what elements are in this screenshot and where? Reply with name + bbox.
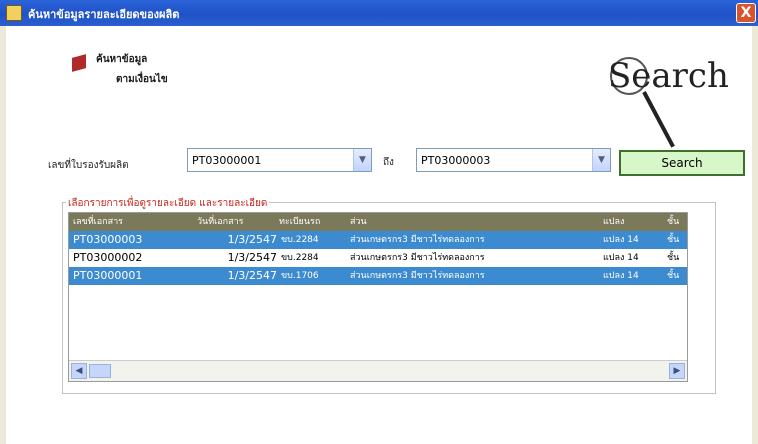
header-subtitle: ตามเงื่อนไข (116, 74, 168, 85)
table-row[interactable]: PT03000003 1/3/2547 ขบ.2284 ส่วนเกษตรกร3… (69, 231, 687, 249)
table-row[interactable]: PT03000001 1/3/2547 ขบ.1706 ส่วนเกษตรกร3… (69, 267, 687, 285)
header-title: ค้นหาข้อมูล (96, 54, 148, 65)
from-document-combo[interactable]: PT03000001 ▼ (187, 148, 372, 172)
search-button[interactable]: Search (619, 150, 745, 176)
title-bar[interactable]: ค้นหาข้อมูลรายละเอียดของผลิต X (0, 0, 758, 26)
column-header[interactable]: ส่วน (350, 213, 580, 231)
cell-section: ส่วนเกษตรกร3 มีชาวไร่ทดลองการ (350, 235, 485, 245)
cell-document-number: PT03000002 (73, 251, 143, 264)
results-group-title: เลือกรายการเพื่อดูรายละเอียด และรายละเอี… (66, 196, 270, 211)
to-label: ถึง (383, 157, 394, 168)
column-header[interactable]: เลขที่เอกสาร (73, 213, 183, 231)
cell-date: 1/3/2547 (227, 251, 277, 264)
cell-registration: ขบ.2284 (281, 253, 319, 263)
cell-document-number: PT03000001 (73, 269, 143, 282)
cell-date: 1/3/2547 (227, 233, 277, 246)
horizontal-scrollbar[interactable]: ◀ ▶ (69, 360, 687, 381)
column-header[interactable]: ชั้น (667, 213, 687, 231)
cell-grade: ชั้น (667, 235, 680, 245)
grid-header: เลขที่เอกสาร วันที่เอกสาร ทะเบียนรถ ส่วน… (69, 213, 687, 231)
scroll-thumb[interactable] (89, 364, 111, 378)
chevron-down-icon[interactable]: ▼ (592, 149, 610, 171)
cell-plot: แปลง 14 (603, 271, 639, 281)
cell-grade: ชั้น (667, 253, 680, 263)
cell-section: ส่วนเกษตรกร3 มีชาวไร่ทดลองการ (350, 253, 485, 263)
cell-section: ส่วนเกษตรกร3 มีชาวไร่ทดลองการ (350, 271, 485, 281)
window-title: ค้นหาข้อมูลรายละเอียดของผลิต (28, 8, 180, 21)
document-number-label: เลขที่ใบรองรับผลิต (48, 160, 129, 171)
cell-registration: ขบ.1706 (281, 271, 319, 281)
cell-date: 1/3/2547 (227, 269, 277, 282)
cell-plot: แปลง 14 (603, 235, 639, 245)
cell-grade: ชั้น (667, 271, 680, 281)
from-document-value: PT03000001 (192, 154, 262, 167)
to-document-value: PT03000003 (421, 154, 491, 167)
search-logo: Search (608, 56, 729, 96)
cell-registration: ขบ.2284 (281, 235, 319, 245)
column-header[interactable]: แปลง (603, 213, 663, 231)
table-row[interactable]: PT03000002 1/3/2547 ขบ.2284 ส่วนเกษตรกร3… (69, 249, 687, 267)
close-button[interactable]: X (736, 3, 756, 23)
cell-document-number: PT03000003 (73, 233, 143, 246)
scroll-right-icon[interactable]: ▶ (669, 363, 685, 379)
chevron-down-icon[interactable]: ▼ (353, 149, 371, 171)
column-header[interactable]: ทะเบียนรถ (279, 213, 344, 231)
window-icon (6, 5, 22, 21)
cell-plot: แปลง 14 (603, 253, 639, 263)
results-grid[interactable]: เลขที่เอกสาร วันที่เอกสาร ทะเบียนรถ ส่วน… (68, 212, 688, 382)
to-document-combo[interactable]: PT03000003 ▼ (416, 148, 611, 172)
column-header[interactable]: วันที่เอกสาร (197, 213, 277, 231)
scroll-left-icon[interactable]: ◀ (71, 363, 87, 379)
